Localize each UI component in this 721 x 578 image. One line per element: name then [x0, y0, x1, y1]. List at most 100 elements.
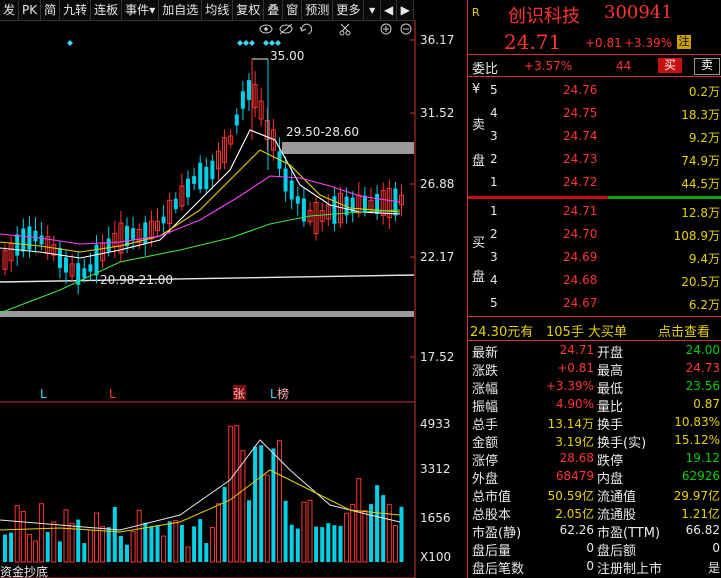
ask-level: 5	[490, 83, 498, 97]
stat-row: 盘后量 0 盘后额 0	[468, 540, 721, 559]
stat-key: 注册制上市	[597, 562, 663, 577]
volume-bar	[136, 509, 142, 563]
ask-price: 24.76	[563, 83, 598, 97]
bid-price: 24.69	[563, 250, 598, 264]
kline-chart[interactable]: 35.00 29.50-28.60 20.98-21.00 L L 张 L 榜 …	[0, 20, 466, 578]
tb-jian[interactable]: 简	[41, 0, 61, 20]
tb-more[interactable]: 更多	[333, 0, 365, 20]
big-order-link[interactable]: 点击查看	[658, 321, 710, 340]
stat-key: 最高	[597, 364, 624, 379]
undo-icon[interactable]	[299, 23, 313, 35]
stat-row: 总手 13.14万 换手 10.83%	[468, 414, 721, 433]
vol-tick-1: 3312	[420, 462, 451, 476]
tb-pk[interactable]: PK	[19, 0, 42, 20]
ask-row[interactable]: 3 24.74 9.2万	[468, 128, 721, 146]
scroll-left-icon[interactable]: ◀	[381, 0, 398, 20]
stat-value: 24.00	[685, 343, 720, 357]
stat-value: 15.12%	[674, 433, 720, 447]
ask-row[interactable]: 1 24.72 44.5万	[468, 174, 721, 192]
volume-bar	[350, 503, 356, 563]
price-change-pct: +3.39%	[624, 36, 673, 50]
bid-volume: 6.2万	[688, 298, 720, 312]
ask-volume: 18.3万	[681, 108, 720, 122]
stat-value: 是	[707, 561, 720, 575]
sell-button[interactable]: 卖	[694, 58, 720, 75]
buy-button[interactable]: 买	[658, 58, 682, 73]
tb-events-label: 事件	[125, 3, 150, 17]
ask-row[interactable]: 4 24.75 18.3万	[468, 105, 721, 123]
vol-tick-unit: X100	[420, 550, 451, 564]
volume-bar	[399, 506, 404, 562]
scroll-right-icon[interactable]: ▶	[397, 0, 415, 20]
volume-bar	[204, 543, 209, 562]
stat-value: 62926	[681, 469, 720, 483]
bid-level: 1	[490, 204, 498, 218]
volume-bar	[112, 507, 117, 562]
bid-row[interactable]: 4 24.68 20.5万	[468, 272, 721, 290]
stat-key: 金额	[472, 436, 499, 451]
stat-value: 0	[586, 559, 594, 573]
tb-fuquan[interactable]: 复权	[233, 0, 265, 20]
bid-row[interactable]: 5 24.67 6.2万	[468, 295, 721, 313]
stat-value: 62.26	[559, 523, 594, 537]
ask-price: 24.74	[563, 129, 598, 143]
tb-add-watchlist[interactable]: 加自选	[159, 0, 203, 20]
bid-row[interactable]: 1 24.71 12.8万	[468, 203, 721, 221]
ask-row[interactable]: 5 24.76 0.2万	[468, 82, 721, 100]
ask-level: 4	[490, 106, 498, 120]
candlesticks	[2, 59, 404, 295]
price-change: +0.81	[585, 36, 622, 50]
stat-key: 流通值	[597, 490, 637, 505]
stat-row: 盘后笔数 0 注册制上市 是	[468, 558, 721, 577]
stat-value: 10.83%	[674, 415, 720, 429]
more-dropdown-icon[interactable]: ▾	[364, 0, 381, 20]
vol-ma5	[0, 439, 401, 531]
volume-bar	[264, 474, 270, 563]
candle-body	[33, 230, 38, 242]
tb-overlay[interactable]: 叠	[264, 0, 284, 20]
bid-volume: 9.4万	[688, 252, 720, 266]
tb-lianban[interactable]: 连板	[91, 0, 123, 20]
volume-bar	[149, 526, 154, 562]
stat-key: 内盘	[597, 472, 624, 487]
volume-bar	[344, 512, 350, 563]
tb-jiuzhuan[interactable]: 九转	[60, 0, 92, 20]
sell-bar	[468, 196, 608, 199]
stat-row: 市盈(静) 62.26 市盈(TTM) 66.82	[468, 522, 721, 541]
volume-bar	[173, 520, 179, 563]
bid-price: 24.71	[563, 204, 598, 218]
tb-predict[interactable]: 预测	[302, 0, 334, 20]
eye-icon[interactable]	[259, 24, 273, 34]
ask-row[interactable]: 2 24.73 74.9万	[468, 151, 721, 169]
low-range-annotation: 20.98-21.00	[100, 273, 173, 287]
bottom-label: 资金抄底	[0, 564, 48, 578]
volume-bar	[106, 527, 111, 562]
ask-volume: 9.2万	[688, 131, 720, 145]
candle-body	[131, 228, 136, 240]
scissors-icon[interactable]	[339, 23, 351, 36]
candle-body	[88, 264, 93, 272]
zoom-in-icon[interactable]	[380, 23, 392, 35]
stat-key: 最低	[597, 382, 624, 397]
bid-level: 5	[490, 296, 498, 310]
tb-events[interactable]: 事件▾	[122, 0, 160, 20]
tb-window[interactable]: 窗	[283, 0, 303, 20]
big-order-label: 大买单	[588, 325, 628, 340]
volume-bar	[100, 526, 106, 563]
bid-row[interactable]: 2 24.70 108.9万	[468, 226, 721, 244]
eye-hide-icon[interactable]	[279, 23, 293, 35]
zoom-out-icon[interactable]	[400, 23, 412, 35]
quote-header: R 创识科技 300941 24.71 +0.81 +3.39% 注	[468, 0, 721, 55]
candle-body	[192, 176, 197, 184]
tb-ma[interactable]: 均线	[202, 0, 234, 20]
tb-fa[interactable]: 发	[0, 0, 20, 20]
stat-row: 金额 3.19亿 换手(实) 15.12%	[468, 432, 721, 451]
price-tick-3: 22.17	[420, 250, 454, 264]
bid-row[interactable]: 3 24.69 9.4万	[468, 249, 721, 267]
stat-key: 跌停	[597, 454, 624, 469]
stat-key: 盘后笔数	[472, 562, 525, 577]
volume-bar	[3, 534, 7, 562]
volume-bar	[314, 526, 319, 562]
candle-body	[247, 80, 251, 100]
buy-bar	[608, 196, 721, 199]
